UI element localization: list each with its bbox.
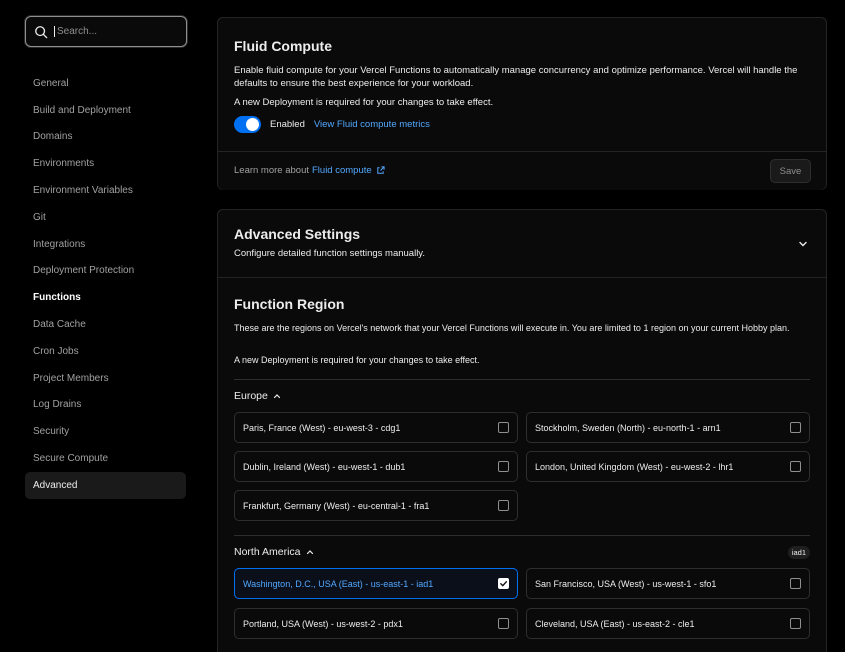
region-dub1[interactable]: Dublin, Ireland (West) - eu-west-1 - dub… [234,451,518,482]
region-pdx1[interactable]: Portland, USA (West) - us-west-2 - pdx1 [234,608,518,639]
region-fra1[interactable]: Frankfurt, Germany (West) - eu-central-1… [234,490,518,521]
region-cle1[interactable]: Cleveland, USA (East) - us-east-2 - cle1 [526,608,810,639]
selected-region-badge: iad1 [787,546,810,559]
search-box[interactable] [25,16,187,47]
region-checkbox[interactable] [498,618,509,629]
sidebar-item-security[interactable]: Security [25,418,186,445]
fluid-compute-link[interactable]: Fluid compute [312,165,372,176]
region-label: Portland, USA (West) - us-west-2 - pdx1 [243,618,403,629]
fluid-compute-card: Fluid Compute Enable fluid compute for y… [217,17,827,190]
function-region-title: Function Region [234,296,345,312]
region-cdg1[interactable]: Paris, France (West) - eu-west-3 - cdg1 [234,412,518,443]
advanced-settings-header[interactable]: Advanced Settings Configure detailed fun… [218,210,826,278]
region-checkbox[interactable] [498,461,509,472]
fluid-compute-footer: Learn more about Fluid compute Save [218,151,826,190]
external-link-icon [376,166,385,174]
region-checkbox[interactable] [498,500,509,511]
region-label: Paris, France (West) - eu-west-3 - cdg1 [243,422,401,433]
sidebar-item-environments[interactable]: Environments [25,150,186,177]
fluid-compute-notice: A new Deployment is required for your ch… [234,97,494,108]
sidebar-item-advanced[interactable]: Advanced [25,471,186,499]
sidebar-item-integrations[interactable]: Integrations [25,231,186,258]
function-region-notice: A new Deployment is required for your ch… [234,355,480,365]
chevron-up-icon [273,394,280,399]
section-divider [218,277,826,278]
sidebar-item-secure-compute[interactable]: Secure Compute [25,445,186,472]
sidebar-item-data-cache[interactable]: Data Cache [25,311,186,338]
save-button[interactable]: Save [770,159,811,183]
region-label: Dublin, Ireland (West) - eu-west-1 - dub… [243,461,406,472]
region-lhr1[interactable]: London, United Kingdom (West) - eu-west-… [526,451,810,482]
region-arn1[interactable]: Stockholm, Sweden (North) - eu-north-1 -… [526,412,810,443]
toggle-label: Enabled [270,119,305,130]
sidebar-nav: General Build and Deployment Domains Env… [25,70,186,499]
sidebar-item-log-drains[interactable]: Log Drains [25,392,186,419]
advanced-settings-description: Configure detailed function settings man… [234,248,425,259]
region-label: Stockholm, Sweden (North) - eu-north-1 -… [535,422,721,433]
sidebar: General Build and Deployment Domains Env… [0,0,205,652]
search-icon [35,25,48,38]
search-input[interactable] [54,26,174,37]
north-america-label: North America [234,546,301,558]
sidebar-item-domains[interactable]: Domains [25,124,186,151]
chevron-down-icon [799,241,807,247]
advanced-settings-card: Advanced Settings Configure detailed fun… [217,209,827,652]
region-checkbox[interactable] [790,461,801,472]
europe-group-toggle[interactable]: Europe [234,390,282,402]
fluid-compute-toggle[interactable] [234,116,261,133]
region-checkbox[interactable] [498,578,509,589]
region-checkbox[interactable] [790,618,801,629]
check-icon [500,581,508,587]
fluid-toggle-row: Enabled View Fluid compute metrics [234,116,430,133]
fluid-compute-title: Fluid Compute [234,38,332,54]
sidebar-item-project-members[interactable]: Project Members [25,365,186,392]
europe-label: Europe [234,390,268,402]
advanced-settings-title: Advanced Settings [234,226,361,242]
sidebar-item-deployment-protection[interactable]: Deployment Protection [25,258,186,285]
region-label: Cleveland, USA (East) - us-east-2 - cle1 [535,618,695,629]
region-sfo1[interactable]: San Francisco, USA (West) - us-west-1 - … [526,568,810,599]
sidebar-item-cron-jobs[interactable]: Cron Jobs [25,338,186,365]
region-checkbox[interactable] [790,422,801,433]
region-label: London, United Kingdom (West) - eu-west-… [535,461,734,472]
chevron-up-icon [306,550,313,555]
region-checkbox[interactable] [498,422,509,433]
region-label: Frankfurt, Germany (West) - eu-central-1… [243,500,430,511]
sidebar-item-environment-variables[interactable]: Environment Variables [25,177,186,204]
function-region-description: These are the regions on Vercel's networ… [234,323,790,333]
sidebar-item-git[interactable]: Git [25,204,186,231]
learn-more-text: Learn more about [234,165,309,176]
divider [234,535,810,536]
north-america-group-toggle[interactable]: North America [234,546,315,558]
view-metrics-link[interactable]: View Fluid compute metrics [314,119,430,130]
fluid-compute-description: Enable fluid compute for your Vercel Fun… [234,65,798,89]
region-label: Washington, D.C., USA (East) - us-east-1… [243,578,434,589]
divider [234,379,810,380]
learn-more: Learn more about Fluid compute [234,165,385,176]
region-label: San Francisco, USA (West) - us-west-1 - … [535,578,717,589]
sidebar-item-functions[interactable]: Functions [25,284,186,311]
region-iad1[interactable]: Washington, D.C., USA (East) - us-east-1… [234,568,518,599]
sidebar-item-build-and-deployment[interactable]: Build and Deployment [25,97,186,124]
sidebar-item-general[interactable]: General [25,70,186,97]
region-checkbox[interactable] [790,578,801,589]
